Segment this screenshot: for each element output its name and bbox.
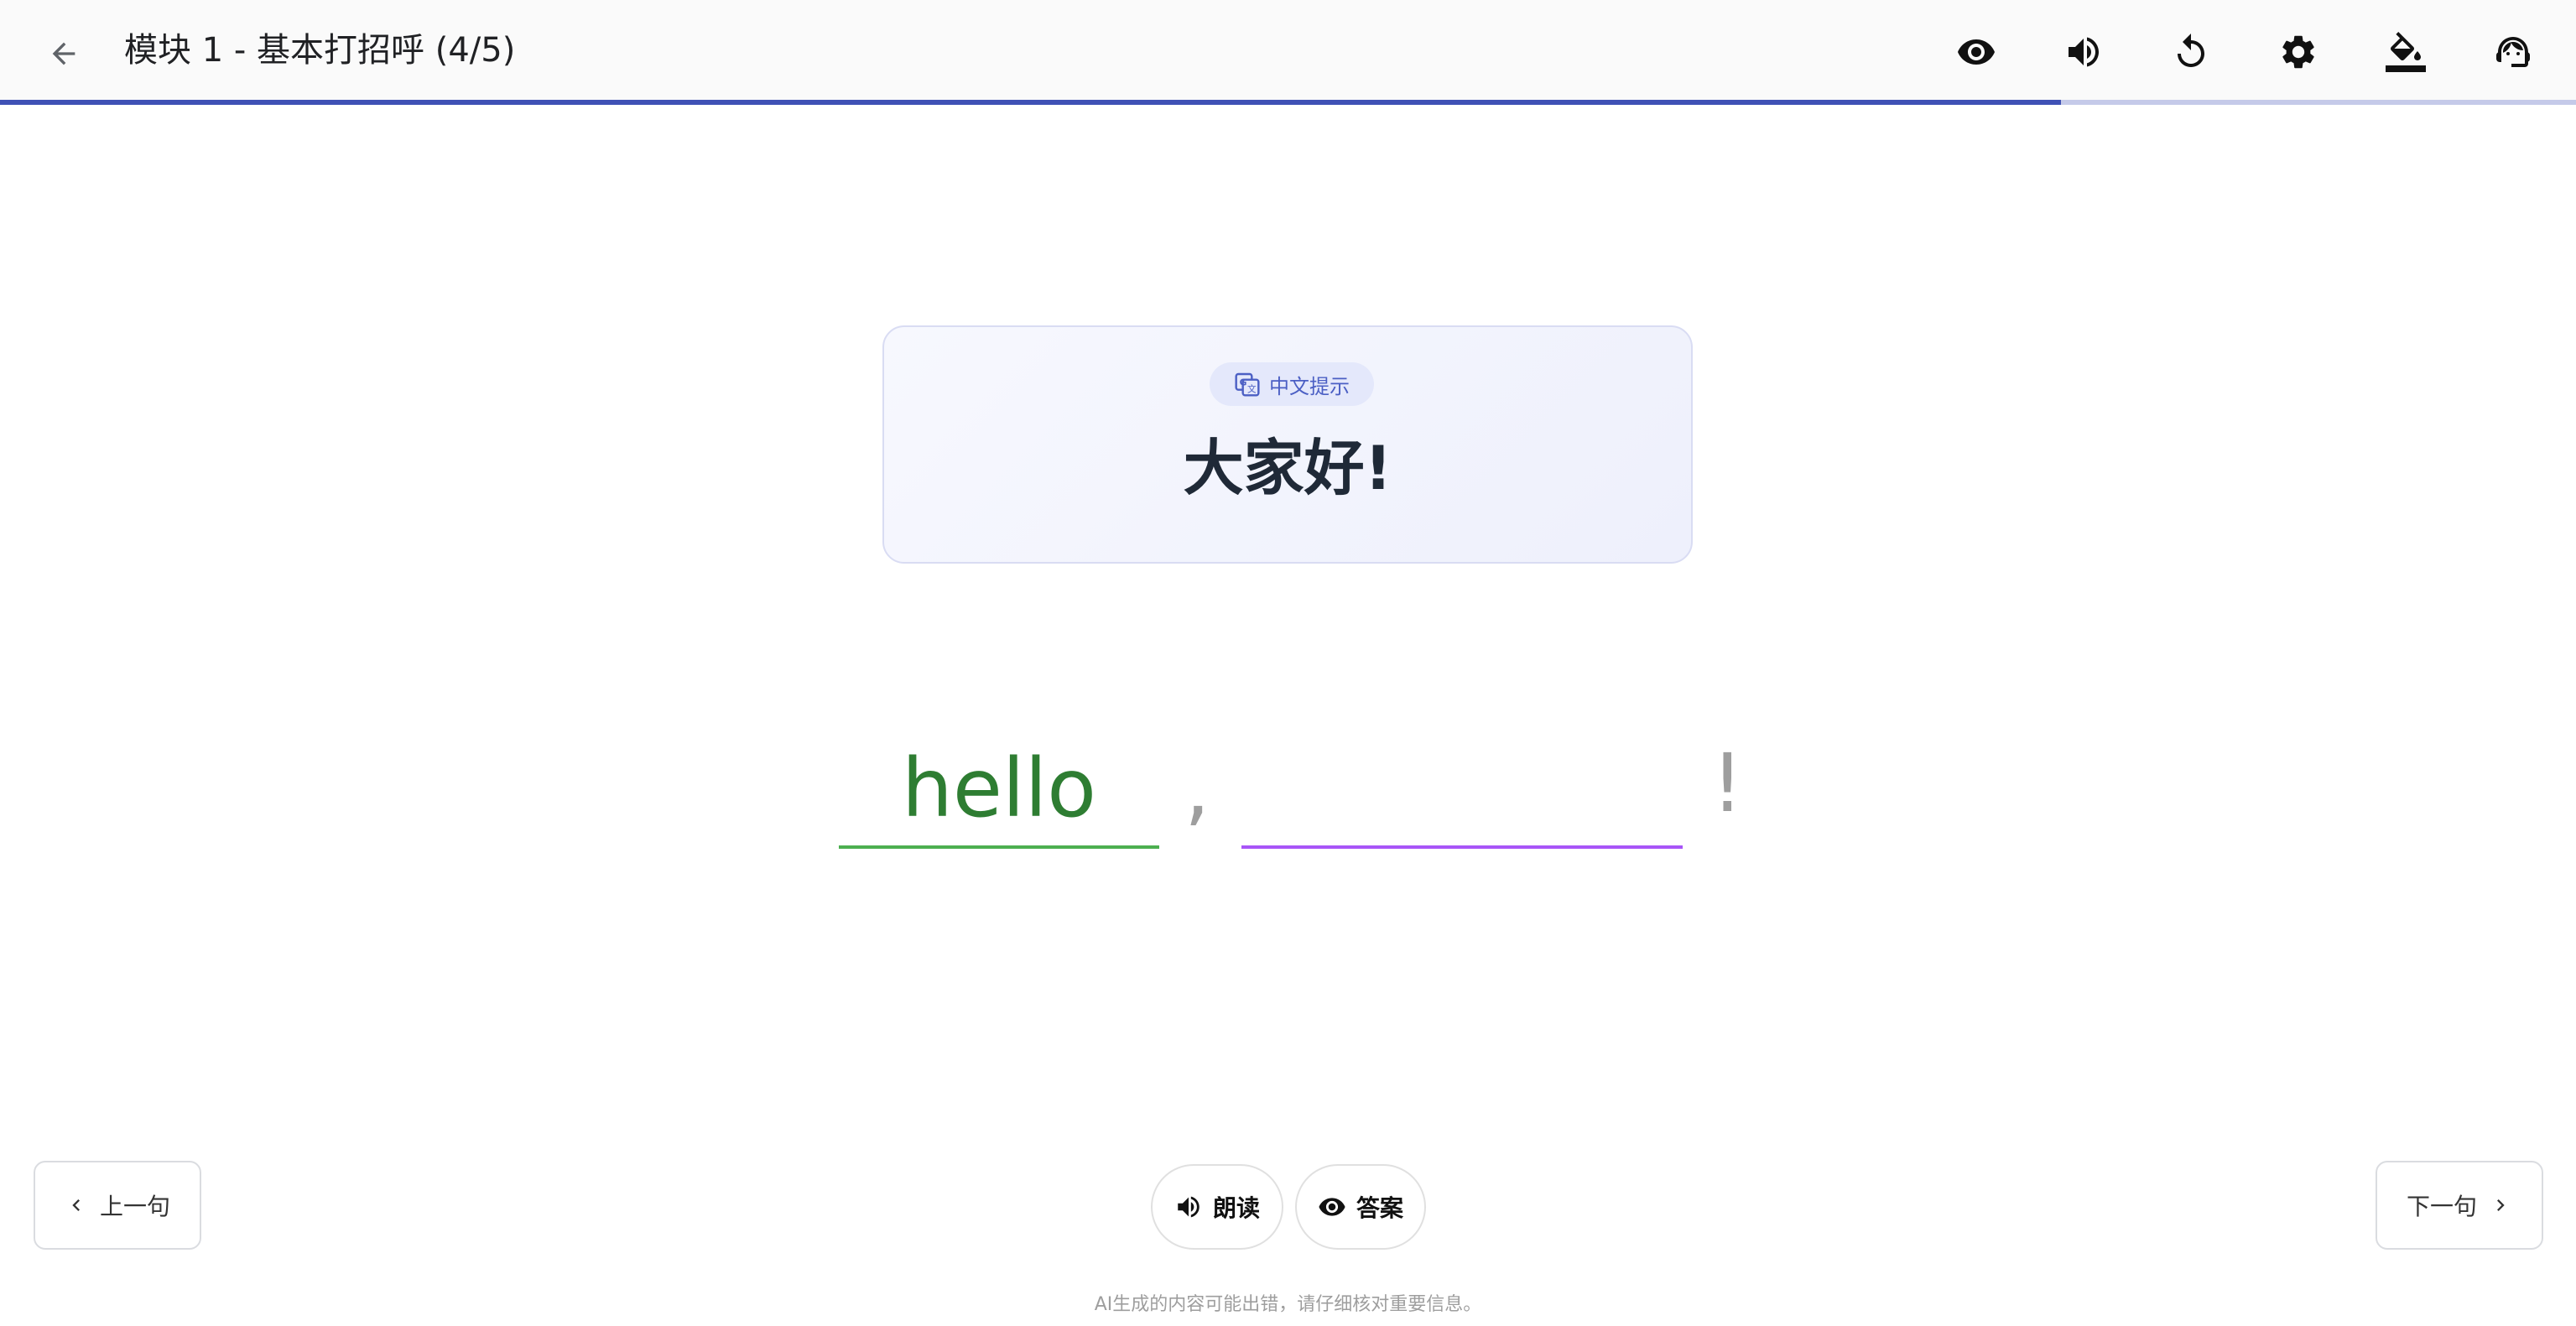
answer-slot-2[interactable] — [1241, 730, 1683, 849]
paint-bucket-icon — [2386, 32, 2426, 72]
read-aloud-label: 朗读 — [1212, 1194, 1260, 1222]
svg-text:G: G — [1240, 377, 1247, 387]
next-sentence-button[interactable]: 下一句 — [2376, 1161, 2543, 1250]
visibility-icon — [1958, 39, 1995, 65]
volume-button[interactable] — [2057, 25, 2110, 79]
support-button[interactable] — [2486, 25, 2540, 79]
lesson-progress-fill — [0, 100, 2061, 105]
support-agent-icon — [2496, 37, 2530, 67]
page-title: 模块 1 - 基本打招呼 (4/5) — [124, 31, 516, 70]
comma-punctuation: , — [1184, 741, 1210, 835]
translate-icon: G 文 — [1235, 372, 1260, 397]
chevron-right-icon — [2497, 1199, 2505, 1211]
exclamation-punctuation: ! — [1711, 736, 1744, 830]
show-answer-button[interactable]: 答案 — [1295, 1164, 1426, 1250]
volume-icon — [1178, 1196, 1200, 1218]
show-hint-button[interactable] — [1949, 25, 2003, 79]
back-button[interactable] — [37, 27, 91, 81]
chevron-left-icon — [72, 1199, 80, 1211]
ai-disclaimer: AI生成的内容可能出错，请仔细核对重要信息。 — [1094, 1294, 1482, 1315]
hint-sentence: 大家好! — [1183, 433, 1392, 503]
read-aloud-button[interactable]: 朗读 — [1151, 1164, 1283, 1250]
answer-slot-1-text: hello — [902, 741, 1096, 835]
top-bar: 模块 1 - 基本打招呼 (4/5) — [0, 0, 2576, 100]
settings-icon — [2282, 35, 2314, 69]
prev-sentence-button[interactable]: 上一句 — [34, 1161, 201, 1250]
lesson-progress-bar — [0, 100, 2576, 105]
visibility-icon — [1319, 1198, 1345, 1216]
arrow-back-icon — [52, 42, 75, 65]
reset-button[interactable] — [2164, 25, 2218, 79]
svg-text:文: 文 — [1247, 383, 1257, 394]
next-sentence-label: 下一句 — [2406, 1193, 2477, 1220]
volume-icon — [2069, 37, 2099, 67]
show-answer-label: 答案 — [1356, 1194, 1403, 1222]
theme-button[interactable] — [2379, 25, 2433, 79]
refresh-icon — [2178, 34, 2204, 67]
hint-badge: G 文 中文提示 — [1210, 362, 1374, 406]
answer-slot-1[interactable]: hello — [839, 730, 1159, 849]
settings-button[interactable] — [2272, 25, 2325, 79]
hint-card: G 文 中文提示 大家好! — [882, 325, 1693, 564]
prev-sentence-label: 上一句 — [99, 1193, 170, 1220]
hint-badge-label: 中文提示 — [1269, 374, 1350, 398]
